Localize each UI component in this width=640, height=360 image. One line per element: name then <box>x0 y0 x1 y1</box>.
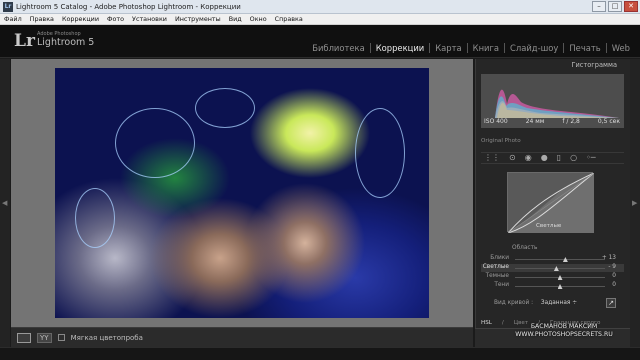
image-canvas[interactable] <box>11 59 473 327</box>
slider-track[interactable] <box>515 259 605 260</box>
module-library[interactable]: Библиотека <box>307 43 371 53</box>
curve-region-label: Светлые <box>536 223 562 229</box>
filmstrip-bar <box>0 347 640 360</box>
light-streak <box>355 108 405 198</box>
menu-tools[interactable]: Инструменты <box>175 15 221 23</box>
collapse-right-icon[interactable]: ▶ <box>632 199 637 207</box>
slider-label: Темные <box>485 273 509 279</box>
before-after-button[interactable]: YY <box>37 332 52 343</box>
light-streak <box>75 188 115 248</box>
module-picker: Библиотека Коррекции Карта Книга Слайд-ш… <box>307 43 630 53</box>
menu-view[interactable]: Вид <box>229 15 242 23</box>
tab-hsl[interactable]: HSL <box>481 320 492 326</box>
left-panel-collapsed[interactable]: ◀ <box>0 59 10 347</box>
menu-file[interactable]: Файл <box>4 15 22 23</box>
tool-strip: ⋮⋮ ⊙ ◉ ● ▯ ○ ◦─ <box>481 152 624 164</box>
menu-photo[interactable]: Фото <box>107 15 124 23</box>
histogram-title[interactable]: Гистограмма <box>476 61 631 71</box>
point-curve-select[interactable]: Вид кривой : Заданная ÷ <box>494 300 577 306</box>
crop-tool-icon[interactable]: ⊙ <box>509 152 516 164</box>
curve-type-value[interactable]: Заданная ÷ <box>541 300 577 306</box>
slider-value[interactable]: 0 <box>600 282 616 288</box>
curve-type-label: Вид кривой : <box>494 300 534 306</box>
graduated-filter-icon[interactable]: ▯ <box>557 152 561 164</box>
adjustment-brush-icon[interactable]: ◦─ <box>586 152 596 164</box>
slider-track[interactable] <box>515 268 605 269</box>
slider-value[interactable]: + 13 <box>600 255 616 261</box>
module-book[interactable]: Книга <box>468 43 506 53</box>
menu-edit[interactable]: Правка <box>30 15 54 23</box>
menu-bar: Файл Правка Коррекции Фото Установки Инс… <box>0 14 640 25</box>
slider-lights[interactable]: Светлые - 9 <box>481 264 624 272</box>
redeye-icon[interactable]: ● <box>541 152 548 164</box>
module-web[interactable]: Web <box>607 43 630 53</box>
slider-value[interactable]: - 9 <box>600 264 616 270</box>
radial-filter-icon[interactable]: ○ <box>570 152 577 164</box>
module-map[interactable]: Карта <box>430 43 468 53</box>
soft-proof-label: Мягкая цветопроба <box>70 333 143 342</box>
expand-left-icon[interactable]: ◀ <box>2 199 7 207</box>
histogram: ISO 400 24 мм f / 2,8 0,5 сек <box>481 74 624 128</box>
lightroom-logo: Lr <box>14 31 35 51</box>
maximize-button[interactable]: □ <box>608 1 622 12</box>
right-panel: Гистограмма ISO 400 24 мм f / 2,8 0,5 се… <box>475 59 630 347</box>
photo-preview[interactable] <box>55 68 429 318</box>
window-titlebar: Lr Lightroom 5 Catalog - Adobe Photoshop… <box>0 0 640 14</box>
slider-shadows[interactable]: Тени 0 <box>481 282 624 290</box>
menu-window[interactable]: Окно <box>250 15 267 23</box>
menu-settings[interactable]: Установки <box>132 15 167 23</box>
minimize-button[interactable]: – <box>592 1 606 12</box>
edit-point-curve-icon[interactable]: ↗ <box>606 298 616 308</box>
shutter-value: 0,5 сек <box>597 118 620 125</box>
spot-removal-icon[interactable]: ◉ <box>525 152 532 164</box>
watermark-author: БАСМАНОВ МАКСИМ <box>530 323 598 330</box>
aperture-value: f / 2,8 <box>562 118 580 125</box>
window-controls: – □ ✕ <box>592 1 638 12</box>
iso-value: ISO 400 <box>484 118 508 125</box>
slider-label: Светлые <box>482 264 509 270</box>
slider-label: Тени <box>494 282 509 288</box>
watermark-site: WWW.PHOTOSHOPSECRETS.RU <box>515 331 613 338</box>
menu-develop[interactable]: Коррекции <box>62 15 99 23</box>
light-streak <box>195 88 255 128</box>
module-develop[interactable]: Коррекции <box>371 43 431 53</box>
menu-help[interactable]: Справка <box>275 15 303 23</box>
close-button[interactable]: ✕ <box>624 1 638 12</box>
product-name: Lightroom 5 <box>37 37 95 48</box>
right-panel-edge[interactable]: ▶ <box>630 59 640 347</box>
window-title: Lightroom 5 Catalog - Adobe Photoshop Li… <box>16 2 241 11</box>
focal-length-value: 24 мм <box>525 118 545 125</box>
slider-value[interactable]: 0 <box>600 273 616 279</box>
develop-toolbar: YY Мягкая цветопроба <box>11 327 473 347</box>
watermark: БАСМАНОВ МАКСИМ WWW.PHOTOSHOPSECRETS.RU <box>497 323 631 339</box>
module-print[interactable]: Печать <box>564 43 607 53</box>
original-photo-label[interactable]: Original Photo <box>481 138 521 144</box>
loupe-view-button[interactable] <box>17 332 31 343</box>
slider-highlights[interactable]: Блики + 13 <box>481 255 624 263</box>
histogram-exif: ISO 400 24 мм f / 2,8 0,5 сек <box>484 118 620 125</box>
slider-label: Блики <box>490 255 509 261</box>
region-title: Область <box>512 245 538 251</box>
module-slideshow[interactable]: Слайд-шоу <box>505 43 565 53</box>
grid-tool-icon[interactable]: ⋮⋮ <box>484 152 500 164</box>
slider-darks[interactable]: Темные 0 <box>481 273 624 281</box>
lightroom-app-icon: Lr <box>3 1 13 12</box>
soft-proof-checkbox[interactable] <box>57 334 65 341</box>
identity-plate: Lr Adobe Photoshop Lightroom 5 Библиотек… <box>0 25 640 58</box>
light-streak <box>115 108 195 178</box>
